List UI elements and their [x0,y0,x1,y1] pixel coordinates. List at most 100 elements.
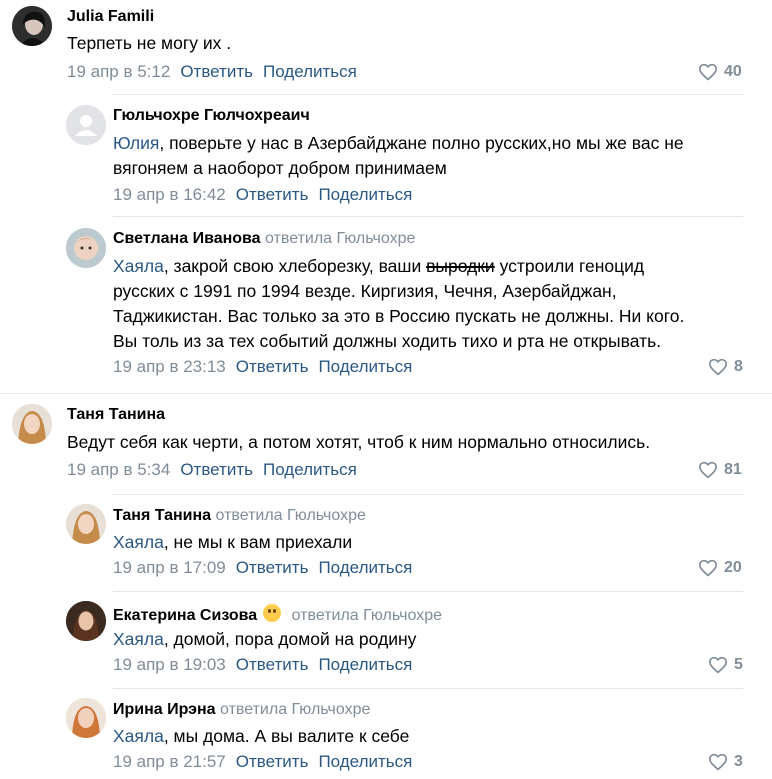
comment-text-fragment: устроили геноцид [494,256,645,276]
comment-meta: 19 апр в 5:12 Ответить Поделиться [67,62,357,82]
comment-meta: 19 апр в 5:34 Ответить Поделиться [67,460,357,480]
comment-text-line: , не мы к вам приехали [163,532,353,552]
like-count: 40 [724,63,742,80]
comment-author[interactable]: Таня Танина [113,507,211,524]
reply-link[interactable]: Ответить [236,558,309,577]
comment-text: Хаяла, мы дома. А вы валите к себе [113,724,409,749]
mention-link[interactable]: Хаяла [113,256,164,276]
like-count: 3 [734,753,743,770]
comment-text: Ведут себя как черти, а потом хотят, что… [67,430,650,455]
like-count: 20 [724,559,742,576]
comment-text: Юлия, поверьте у нас в Азербайджане полн… [113,131,684,181]
like-button[interactable]: 3 [708,753,743,771]
separator [113,94,743,95]
comment-meta: 19 апр в 19:03 Ответить Поделиться [113,655,412,675]
replied-to[interactable]: ответила Гюльчохре [265,230,415,247]
smiling-face-emoji [263,604,282,622]
reply-link[interactable]: Ответить [236,655,309,674]
like-count: 8 [734,358,743,375]
like-button[interactable]: 40 [698,63,742,81]
comment-text: Хаяла, домой, пора домой на родину [113,627,416,652]
avatar[interactable] [66,228,106,268]
avatar[interactable] [12,404,52,444]
comment-text: Терпеть не могу их . [67,31,231,56]
share-link[interactable]: Поделиться [318,655,412,674]
mention-link[interactable]: Юлия [113,133,159,153]
strikethrough-text: выродки [426,256,495,276]
share-link[interactable]: Поделиться [318,185,412,204]
mention-link[interactable]: Хаяла [113,726,164,746]
reply-link[interactable]: Ответить [180,62,253,81]
comment-author[interactable]: Julia Famili [67,8,154,26]
like-button[interactable]: 20 [698,559,742,577]
mention-link[interactable]: Хаяла [113,629,164,649]
reply-link[interactable]: Ответить [236,752,309,771]
heart-outline-icon [698,63,718,81]
reply-link[interactable]: Ответить [236,185,309,204]
comment-meta: 19 апр в 17:09 Ответить Поделиться [113,558,412,578]
default-avatar-icon[interactable] [66,105,106,145]
replied-to[interactable]: ответила Гюльчохре [220,701,370,718]
mention-link[interactable]: Хаяла [113,532,164,552]
comment-date[interactable]: 19 апр в 17:09 [113,558,226,577]
heart-outline-icon [708,656,728,674]
comment-meta: 19 апр в 16:42 Ответить Поделиться [113,185,412,205]
separator [113,591,743,592]
comment-date[interactable]: 19 апр в 16:42 [113,185,226,204]
avatar[interactable] [66,698,106,738]
heart-outline-icon [698,559,718,577]
heart-outline-icon [708,358,728,376]
comment-text-line: , домой, пора домой на родину [163,629,417,649]
comment-date[interactable]: 19 апр в 23:13 [113,357,226,376]
comment-author-line: Таня Танина ответила Гюльчохре [113,507,366,525]
comment-text-line: , поверьте у нас в Азербайджане полно ру… [159,133,684,153]
share-link[interactable]: Поделиться [263,460,357,479]
avatar[interactable] [66,504,106,544]
share-link[interactable]: Поделиться [318,357,412,376]
comment-meta: 19 апр в 23:13 Ответить Поделиться [113,357,412,377]
comment-text-line: русских с 1991 по 1994 везде. Киргизия, … [113,281,617,301]
heart-outline-icon [708,753,728,771]
avatar[interactable] [66,601,106,641]
comment-text-line: Вы толь из за тех событий должны ходить … [113,331,662,351]
separator [113,688,743,689]
comment-text: Хаяла, не мы к вам приехали [113,530,352,555]
separator [113,216,743,217]
comment-author-line: Светлана Иванова ответила Гюльчохре [113,230,415,248]
like-button[interactable]: 8 [708,358,743,376]
comment-text-line: , мы дома. А вы валите к себе [163,726,410,746]
like-button[interactable]: 5 [708,656,743,674]
share-link[interactable]: Поделиться [318,558,412,577]
comment-author[interactable]: Екатерина Сизова [113,607,257,624]
like-count: 5 [734,656,743,673]
comment-date[interactable]: 19 апр в 21:57 [113,752,226,771]
comment-author-line: Ирина Ирэна ответила Гюльчохре [113,701,370,719]
comment-author[interactable]: Светлана Иванова [113,230,261,247]
reply-link[interactable]: Ответить [180,460,253,479]
comment-author[interactable]: Таня Танина [67,406,165,424]
comment-text-line: вягоняем а наоборот добром принимаем [113,158,447,178]
comment-author[interactable]: Ирина Ирэна [113,701,216,718]
comment-author-line: Екатерина Сизова ответила Гюльчохре [113,604,442,625]
share-link[interactable]: Поделиться [263,62,357,81]
comment-text-line: Таджикистан. Вас только за это в Россию … [113,306,685,326]
reply-link[interactable]: Ответить [236,357,309,376]
comment-date[interactable]: 19 апр в 19:03 [113,655,226,674]
separator [0,393,772,394]
like-count: 81 [724,461,742,478]
heart-outline-icon [698,461,718,479]
comment-text: Хаяла, закрой свою хлеборезку, ваши выро… [113,254,684,354]
replied-to[interactable]: ответила Гюльчохре [216,507,366,524]
share-link[interactable]: Поделиться [318,752,412,771]
like-button[interactable]: 81 [698,461,742,479]
comment-text-line: Терпеть не могу их . [67,33,232,53]
comment-meta: 19 апр в 21:57 Ответить Поделиться [113,752,412,772]
separator [113,494,743,495]
avatar[interactable] [12,6,52,46]
replied-to[interactable]: ответила Гюльчохре [292,607,442,624]
comment-date[interactable]: 19 апр в 5:12 [67,62,170,81]
comment-author[interactable]: Гюльчохре Гюлчохреаич [113,107,310,125]
comment-date[interactable]: 19 апр в 5:34 [67,460,170,479]
comment-text-fragment: , закрой свою хлеборезку, ваши [163,256,427,276]
comment-text-line: Ведут себя как черти, а потом хотят, что… [67,432,651,452]
